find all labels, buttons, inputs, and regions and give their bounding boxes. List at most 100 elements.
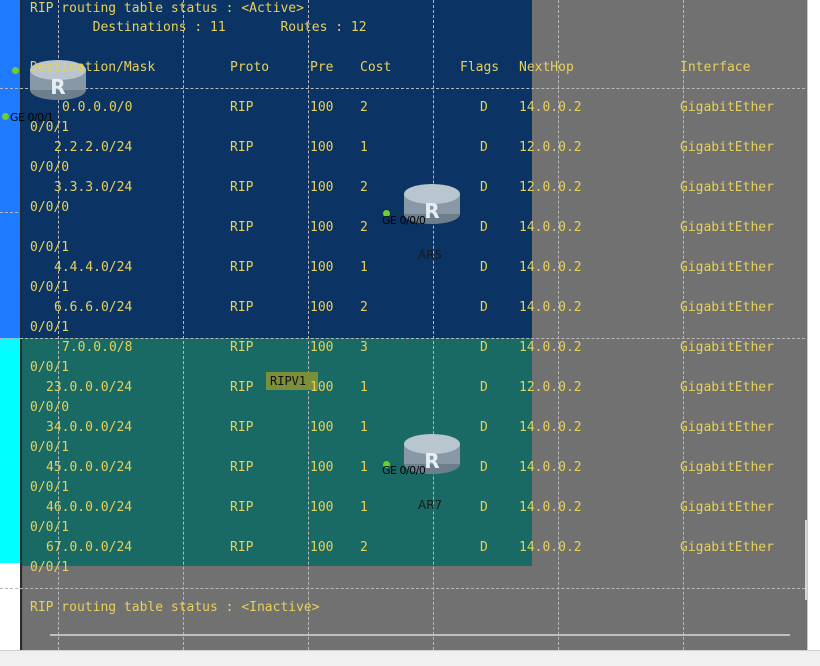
cell-proto: RIP	[230, 300, 254, 315]
cell-proto: RIP	[230, 460, 254, 475]
cell-iface: GigabitEther	[680, 180, 774, 195]
cell-cost: 1	[360, 380, 368, 395]
cell-flags: D	[480, 140, 488, 155]
column-header-cost: Cost	[360, 60, 392, 75]
cell-pre: 100	[310, 220, 334, 235]
cell-flags: D	[480, 180, 488, 195]
cell-proto: RIP	[230, 140, 254, 155]
cell-proto: RIP	[230, 100, 254, 115]
grid-line	[0, 338, 820, 339]
cell-nexthop: 14.0.0.2	[519, 300, 582, 315]
cell-pre: 100	[310, 460, 334, 475]
cell-nexthop: 14.0.0.2	[519, 420, 582, 435]
cell-proto: RIP	[230, 540, 254, 555]
grid-line	[0, 588, 820, 589]
column-header-nexthop: NextHop	[519, 60, 574, 75]
cell-iface: GigabitEther	[680, 500, 774, 515]
cell-proto: RIP	[230, 340, 254, 355]
cell-cost: 3	[360, 340, 368, 355]
cell-nexthop: 14.0.0.2	[519, 340, 582, 355]
cell-dest: 4.4.4.0/24	[54, 260, 133, 275]
cell-cost: 1	[360, 460, 368, 475]
column-header-interface: Interface	[680, 60, 751, 75]
cell-dest: 6.6.6.0/24	[54, 300, 133, 315]
cell-nexthop: 14.0.0.2	[519, 500, 582, 515]
svg-text:R: R	[424, 199, 439, 223]
cell-iface: GigabitEther	[680, 140, 774, 155]
cell-dest: 7.0.0.0/8	[62, 340, 133, 355]
active-table-header: RIP routing table status : <Active>	[30, 1, 304, 16]
cell-dest: 34.0.0.0/24	[46, 420, 133, 435]
grid-line	[183, 0, 184, 665]
cell-pre: 100	[310, 100, 334, 115]
horizontal-scrollbar[interactable]	[50, 634, 790, 636]
svg-text:R: R	[50, 75, 65, 99]
cell-nexthop: 14.0.0.2	[519, 460, 582, 475]
router-label-ar5: AR5	[418, 248, 443, 262]
window-right-frame	[807, 0, 820, 665]
cell-pre: 100	[310, 300, 334, 315]
port-label: GE 0/0/0	[382, 464, 426, 477]
cell-nexthop: 14.0.0.2	[519, 220, 582, 235]
cell-nexthop: 14.0.0.2	[519, 100, 582, 115]
cell-proto: RIP	[230, 420, 254, 435]
cell-dest: 45.0.0.0/24	[46, 460, 133, 475]
cell-nexthop: 12.0.0.2	[519, 140, 582, 155]
cell-nexthop: 14.0.0.2	[519, 260, 582, 275]
cell-interface-wrap: 0/0/1	[30, 520, 70, 535]
cell-dest: 67.0.0.0/24	[46, 540, 133, 555]
cell-dest: 23.0.0.0/24	[46, 380, 133, 395]
cell-proto: RIP	[230, 220, 254, 235]
cell-pre: 100	[310, 260, 334, 275]
column-header-destination: Destination/Mask	[30, 60, 156, 75]
cell-dest: 0.0.0.0/0	[62, 100, 133, 115]
cell-nexthop: 12.0.0.2	[519, 180, 582, 195]
column-header-proto: Proto	[230, 60, 270, 75]
cell-iface: GigabitEther	[680, 100, 774, 115]
cell-cost: 2	[360, 300, 368, 315]
cell-pre: 100	[310, 500, 334, 515]
cell-cost: 1	[360, 140, 368, 155]
cell-flags: D	[480, 420, 488, 435]
cell-cost: 1	[360, 420, 368, 435]
area-blue-overlay	[22, 0, 532, 338]
cell-iface: GigabitEther	[680, 260, 774, 275]
grid-line	[308, 0, 309, 665]
column-header-pre: Pre	[310, 60, 334, 75]
cell-interface-wrap: 0/0/1	[30, 120, 70, 135]
cell-flags: D	[480, 260, 488, 275]
cell-cost: 1	[360, 500, 368, 515]
cell-iface: GigabitEther	[680, 380, 774, 395]
cell-interface-wrap: 0/0/0	[30, 160, 70, 175]
cell-iface: GigabitEther	[680, 420, 774, 435]
area-cyan-left	[0, 338, 22, 563]
cell-nexthop: 12.0.0.2	[519, 380, 582, 395]
cell-dest: 2.2.2.0/24	[54, 140, 133, 155]
cell-flags: D	[480, 220, 488, 235]
inactive-table-header: RIP routing table status : <Inactive>	[30, 600, 320, 615]
grid-line	[0, 88, 820, 89]
column-header-flags: Flags	[460, 60, 500, 75]
cell-dest: 3.3.3.0/24	[54, 180, 133, 195]
cell-pre: 100	[310, 140, 334, 155]
destinations-summary: Destinations : 11 Routes : 12	[30, 20, 367, 35]
port-indicator	[12, 67, 19, 74]
cell-interface-wrap: 0/0/1	[30, 240, 70, 255]
cell-proto: RIP	[230, 380, 254, 395]
cell-flags: D	[480, 460, 488, 475]
area-blue-left	[0, 0, 22, 338]
cell-iface: GigabitEther	[680, 220, 774, 235]
cell-cost: 2	[360, 220, 368, 235]
cell-iface: GigabitEther	[680, 540, 774, 555]
cell-cost: 2	[360, 540, 368, 555]
cell-proto: RIP	[230, 500, 254, 515]
cell-iface: GigabitEther	[680, 300, 774, 315]
cell-proto: RIP	[230, 260, 254, 275]
cell-cost: 2	[360, 100, 368, 115]
window-bottom-bar	[0, 650, 820, 666]
svg-text:R: R	[424, 449, 439, 473]
cell-pre: 100	[310, 180, 334, 195]
cell-cost: 2	[360, 180, 368, 195]
cell-flags: D	[480, 540, 488, 555]
cell-pre: 100	[310, 420, 334, 435]
